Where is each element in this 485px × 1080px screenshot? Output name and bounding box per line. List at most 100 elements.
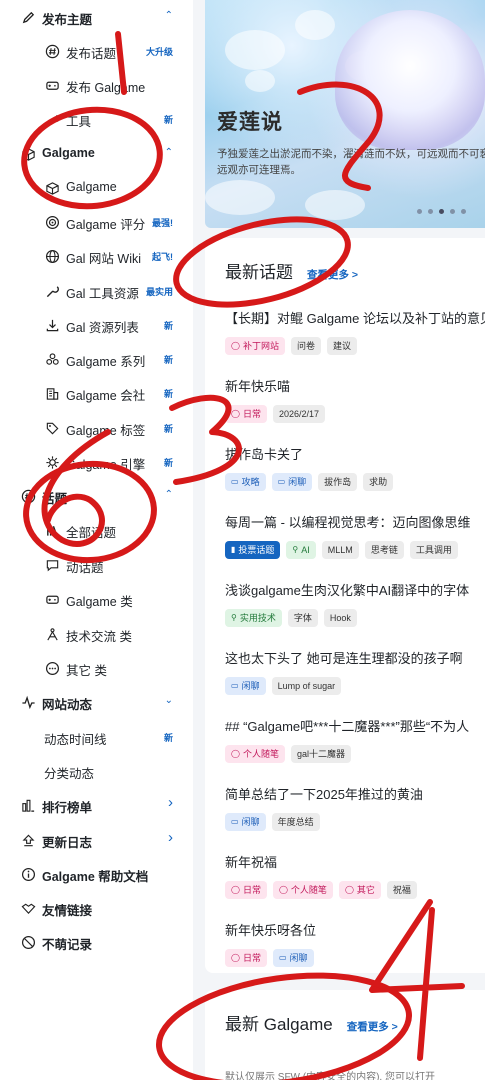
- topic-tag[interactable]: ▭ 闲聊: [271, 473, 313, 491]
- topic-tag[interactable]: 祝福: [386, 881, 417, 899]
- sidebar-item[interactable]: 友情链接: [0, 891, 193, 925]
- topic-tag[interactable]: ◯ 补丁网站: [225, 337, 285, 355]
- sidebar-item[interactable]: Gal 资源列表 新: [0, 308, 193, 342]
- chevron-up-icon[interactable]: ⌃: [165, 489, 173, 500]
- topic-tag[interactable]: ◯ 日常: [225, 405, 267, 423]
- chevron-up-icon[interactable]: ⌃: [165, 10, 173, 21]
- topic-tag[interactable]: ▭ 闲聊: [272, 949, 314, 967]
- topic-title[interactable]: 每周一篇 - 以编程视觉思考：迈向图像思维: [225, 514, 485, 532]
- topic-title[interactable]: 【长期】对鲲 Galgame 论坛以及补丁站的意见: [225, 310, 485, 328]
- topic-tag[interactable]: 建议: [326, 337, 357, 355]
- topic-title[interactable]: 拔作岛卡关了: [225, 446, 485, 464]
- sidebar-item[interactable]: 发布 Galgame: [0, 68, 193, 102]
- sidebar-item[interactable]: Galgame: [0, 171, 193, 205]
- carousel-dot-active[interactable]: [439, 209, 444, 214]
- topic-tag-label: 问卷: [296, 341, 315, 351]
- topic-item[interactable]: 拔作岛卡关了 ▭ 攻略 ▭ 闲聊 拔作岛 求助: [225, 446, 485, 491]
- banner-text: 予独爱莲之出淤泥而不染，濯清涟而不妖，可远观而不可亵玩焉， 远观亦可连理焉。: [217, 146, 485, 178]
- topic-item[interactable]: 简单总结了一下2025年推过的黄油 ▭ 闲聊 年度总结: [225, 786, 485, 831]
- topic-tag[interactable]: ◯ 日常: [225, 881, 267, 899]
- chevron-up-icon[interactable]: ⌃: [165, 147, 173, 158]
- topic-tag[interactable]: ⚲ AI: [286, 541, 316, 559]
- carousel-dot[interactable]: [417, 209, 422, 214]
- sidebar-item[interactable]: 工具 新: [0, 102, 193, 136]
- topic-tag[interactable]: ▭ 闲聊: [225, 677, 266, 695]
- topic-tag[interactable]: 工具调用: [409, 541, 458, 559]
- topic-tag[interactable]: 字体: [287, 609, 318, 627]
- sidebar-item[interactable]: 动态时间线 新: [0, 720, 193, 754]
- topic-title[interactable]: 新年快乐喵: [225, 378, 485, 396]
- topic-tag[interactable]: 2026/2/17: [272, 405, 326, 423]
- sidebar-item[interactable]: 动话题: [0, 548, 193, 582]
- sidebar-item[interactable]: 话题 ⌃: [0, 479, 193, 513]
- topic-tag-label: 攻略: [241, 477, 260, 487]
- chevron-right-icon[interactable]: ›: [168, 829, 173, 846]
- topic-tag[interactable]: MLLM: [321, 541, 359, 559]
- sidebar-item[interactable]: Galgame 类: [0, 582, 193, 616]
- topic-title[interactable]: 简单总结了一下2025年推过的黄油: [225, 786, 485, 804]
- topic-tag[interactable]: ◯ 个人随笔: [272, 881, 333, 899]
- sidebar-item[interactable]: 全部话题: [0, 513, 193, 547]
- sidebar-item-badge: 最实用: [145, 287, 173, 297]
- topic-tag[interactable]: ◯ 日常: [225, 949, 267, 967]
- carousel-dot[interactable]: [461, 209, 466, 214]
- topic-item[interactable]: ## “Galgame吧***十二魔器***”那些“不为人 ◯ 个人随笔 gal十二魔…: [225, 718, 485, 763]
- topic-item[interactable]: 这也太下头了 她可是连生理都没的孩子啊 ▭ 闲聊 Lump of sugar: [225, 650, 485, 695]
- sidebar-item[interactable]: Gal 网站 Wiki 起飞!: [0, 239, 193, 273]
- topic-tag[interactable]: 年度总结: [271, 813, 320, 831]
- topic-tag[interactable]: ⚲ 实用技术: [225, 609, 282, 627]
- sidebar-item[interactable]: 不萌记录: [0, 925, 193, 959]
- sidebar-item-badge: 新: [163, 458, 173, 468]
- topic-tag[interactable]: 思考链: [364, 541, 404, 559]
- topic-title[interactable]: ## “Galgame吧***十二魔器***”那些“不为人: [225, 718, 485, 736]
- sidebar-item[interactable]: Galgame 评分 最强!: [0, 205, 193, 239]
- sidebar-item[interactable]: Galgame 系列 新: [0, 342, 193, 376]
- carousel-dot[interactable]: [428, 209, 433, 214]
- carousel-indicator[interactable]: [417, 209, 466, 214]
- topic-tag[interactable]: ▭ 闲聊: [225, 813, 266, 831]
- sidebar-item[interactable]: 发布话题 大升级: [0, 34, 193, 68]
- topic-tag[interactable]: ▮ 投票话题: [225, 541, 281, 559]
- sidebar-item[interactable]: Galgame 标签 新: [0, 411, 193, 445]
- sidebar-item[interactable]: 排行榜单 ›: [0, 788, 193, 822]
- topic-tag[interactable]: 求助: [363, 473, 394, 491]
- topic-title[interactable]: 新年快乐呀各位: [225, 922, 485, 940]
- topic-title[interactable]: 新年祝福: [225, 854, 485, 872]
- topic-tag[interactable]: gal十二魔器: [290, 745, 351, 763]
- topic-item[interactable]: 新年祝福 ◯ 日常 ◯ 个人随笔 ◯ 其它 祝福: [225, 854, 485, 899]
- sidebar-item[interactable]: Galgame 会社 新: [0, 376, 193, 410]
- sidebar-item[interactable]: Gal 工具资源 最实用: [0, 274, 193, 308]
- topic-title[interactable]: 这也太下头了 她可是连生理都没的孩子啊: [225, 650, 485, 668]
- topic-title[interactable]: 浅谈galgame生肉汉化繁中AI翻译中的字体: [225, 582, 485, 600]
- topic-item[interactable]: 浅谈galgame生肉汉化繁中AI翻译中的字体 ⚲ 实用技术 字体 Hook: [225, 582, 485, 627]
- sidebar-item[interactable]: Galgame 引擎 新: [0, 445, 193, 479]
- sidebar-item[interactable]: 网站动态 ⌄: [0, 685, 193, 719]
- topic-item[interactable]: 每周一篇 - 以编程视觉思考：迈向图像思维 ▮ 投票话题 ⚲ AI MLLM 思考链 工具调用: [225, 514, 485, 559]
- topic-tag[interactable]: 拔作岛: [318, 473, 358, 491]
- sidebar-item[interactable]: 更新日志 ›: [0, 823, 193, 857]
- carousel-dot[interactable]: [450, 209, 455, 214]
- topic-item[interactable]: 新年快乐喵 ◯ 日常 2026/2/17: [225, 378, 485, 423]
- chevron-right-icon[interactable]: ›: [168, 794, 173, 811]
- topic-tag[interactable]: Hook: [323, 609, 357, 627]
- sidebar-item[interactable]: 分类动态: [0, 754, 193, 788]
- cluster-icon: [44, 351, 60, 367]
- latest-topics-more-link[interactable]: 查看更多 >: [307, 267, 358, 282]
- topic-item[interactable]: 【长期】对鲲 Galgame 论坛以及补丁站的意见 ◯ 补丁网站 问卷 建议: [225, 310, 485, 355]
- topic-tag[interactable]: ▭ 攻略: [225, 473, 266, 491]
- topic-tag[interactable]: Lump of sugar: [271, 677, 342, 695]
- chevron-down-icon[interactable]: ⌄: [165, 695, 173, 706]
- sidebar-item[interactable]: 技术交流 类: [0, 617, 193, 651]
- sidebar-item[interactable]: Galgame ⌃: [0, 137, 193, 171]
- topic-tag[interactable]: 问卷: [290, 337, 321, 355]
- topic-tag[interactable]: ◯ 其它: [338, 881, 381, 899]
- hero-banner[interactable]: 爱莲说 予独爱莲之出淤泥而不染，濯清涟而不妖，可远观而不可亵玩焉， 远观亦可连理…: [205, 0, 485, 228]
- topic-tags: ▮ 投票话题 ⚲ AI MLLM 思考链 工具调用: [225, 541, 485, 559]
- topic-tag-label: 实用技术: [239, 613, 276, 623]
- sidebar-item[interactable]: 发布主题 ⌃: [0, 0, 193, 34]
- sidebar-item[interactable]: Galgame 帮助文档: [0, 857, 193, 891]
- sidebar-item[interactable]: 其它 类: [0, 651, 193, 685]
- topic-tag[interactable]: ◯ 个人随笔: [225, 745, 285, 763]
- topic-item[interactable]: 新年快乐呀各位 ◯ 日常 ▭ 闲聊: [225, 922, 485, 967]
- latest-games-more-link[interactable]: 查看更多 >: [347, 1019, 398, 1034]
